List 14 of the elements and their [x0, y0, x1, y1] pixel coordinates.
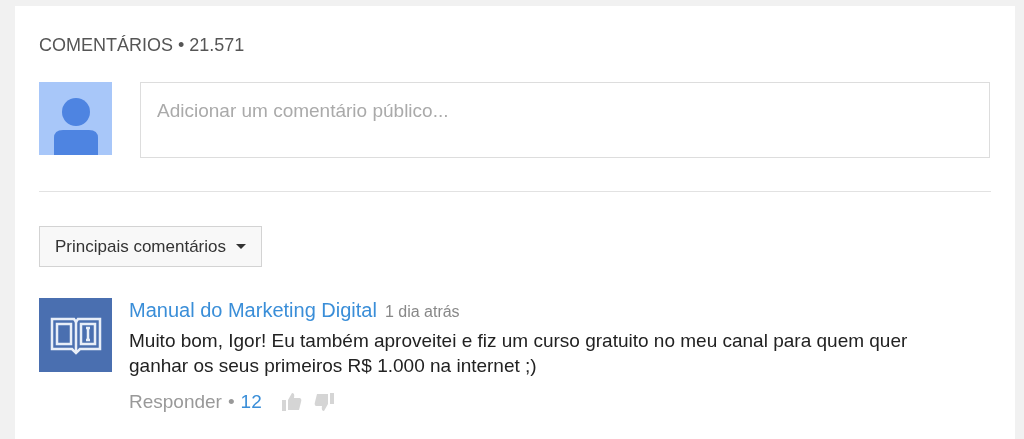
separator-dot: •: [178, 34, 185, 57]
comment-text: Muito bom, Igor! Eu também aproveitei e fiz um curso gratuito no meu canal para quem quer ganhar os seus primeiros R$ 1.000 na internet ;): [129, 329, 909, 378]
thumbs-up-icon[interactable]: [281, 393, 302, 412]
reply-button[interactable]: Responder: [129, 388, 222, 417]
comment-input-field[interactable]: Adicionar um comentário público...: [140, 82, 990, 158]
separator-dot: •: [227, 390, 235, 414]
caret-icon: [236, 244, 246, 249]
thumbs-down-icon[interactable]: [313, 393, 334, 412]
comment-time: 1 dia atrás: [384, 302, 460, 322]
sort-dropdown[interactable]: Principais comentários: [39, 226, 262, 267]
comment-count: 21.571: [189, 34, 245, 57]
comments-title: COMENTÁRIOS: [39, 34, 173, 57]
like-count: 12: [240, 390, 262, 414]
author-link[interactable]: Manual do Marketing Digital: [129, 295, 377, 325]
